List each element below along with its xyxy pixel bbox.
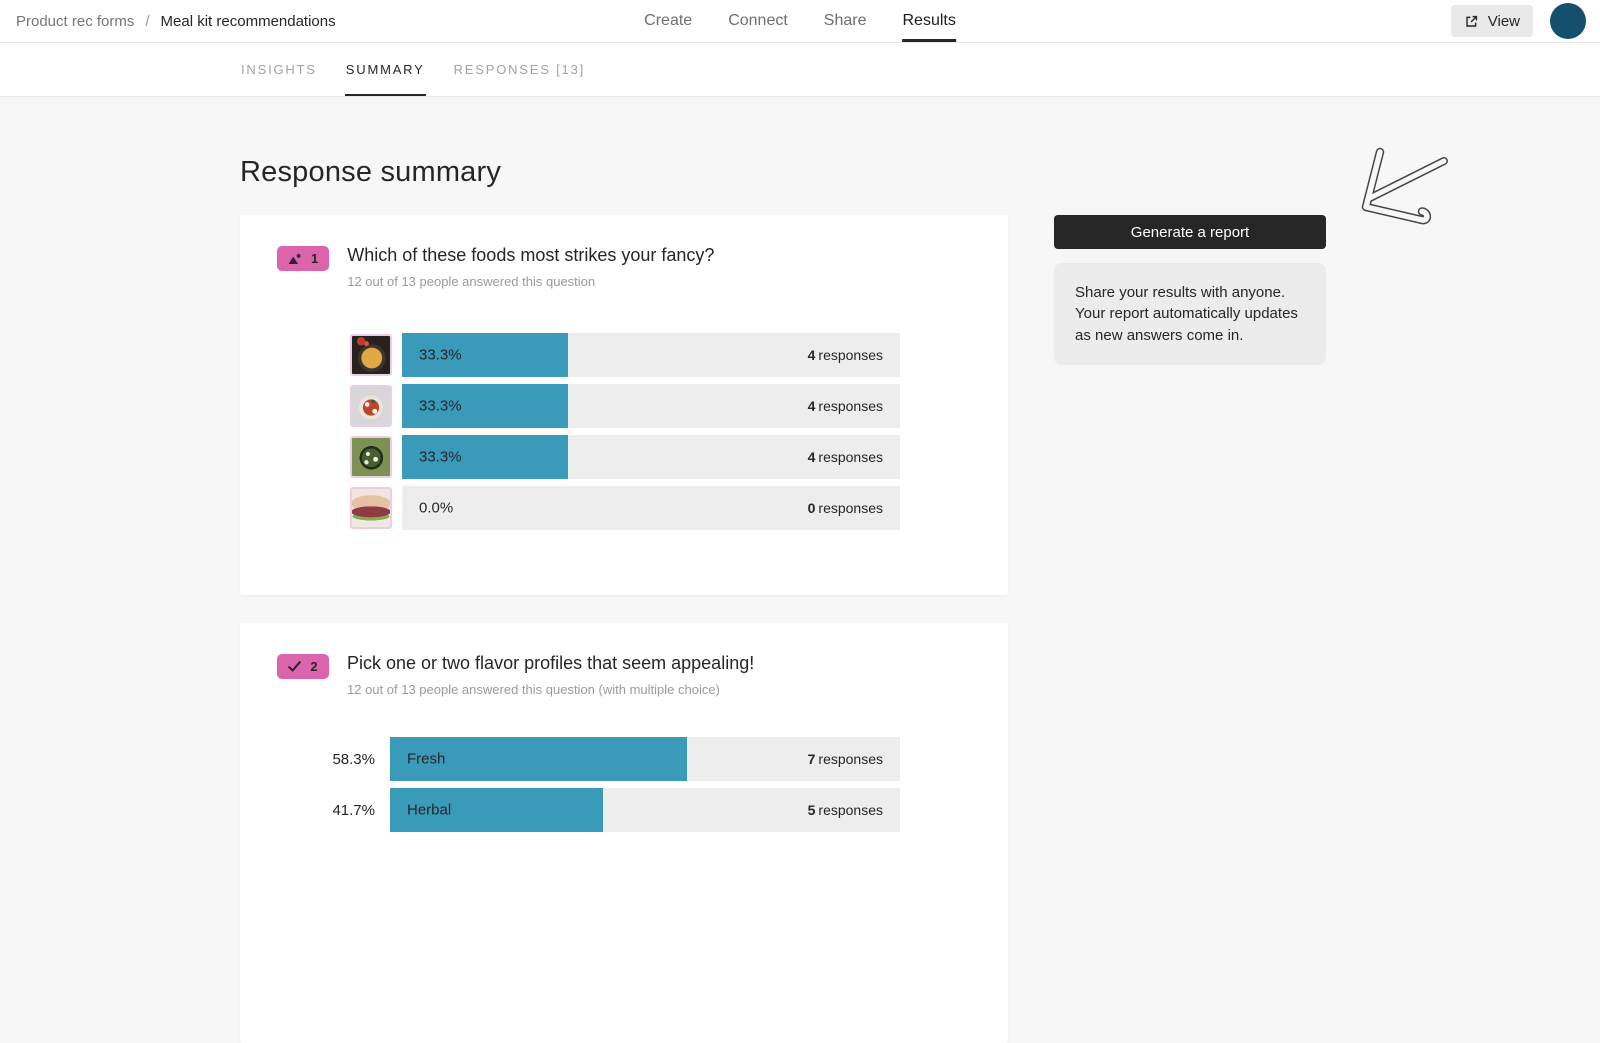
- question-badge: 2: [277, 654, 329, 679]
- bar-percent-label: 0.0%: [419, 499, 454, 517]
- bar-response-count: 5 responses: [808, 802, 883, 818]
- answer-thumbnail-fried-rice: [350, 334, 392, 377]
- bar-percent-label: 33.3%: [419, 448, 462, 466]
- bar-answer-label: Fresh: [407, 750, 446, 768]
- question-card-1: 1 Which of these foods most strikes your…: [240, 215, 1008, 595]
- report-side-rail: Generate a report Share your results wit…: [1054, 215, 1326, 365]
- bar-percent-label: 33.3%: [419, 397, 462, 415]
- question-title: Which of these foods most strikes your f…: [347, 245, 715, 265]
- answer-bar-row: 58.3% Fresh 7 responses: [277, 737, 900, 782]
- results-tabbar: INSIGHTS SUMMARY RESPONSES [13]: [0, 43, 1600, 97]
- count-number: 4: [807, 398, 816, 415]
- external-link-icon: [1464, 14, 1479, 29]
- nav-item-share[interactable]: Share: [824, 0, 867, 42]
- answer-thumbnail-veggie-burger: [350, 487, 392, 530]
- answer-bar-row: 41.7% Herbal 5 responses: [277, 788, 900, 833]
- question-badge: 1: [277, 246, 330, 271]
- bar-percent-label: 33.3%: [419, 346, 462, 364]
- count-unit: responses: [818, 500, 883, 517]
- count-unit: responses: [818, 398, 883, 415]
- report-info-box: Share your results with anyone. Your rep…: [1054, 263, 1326, 365]
- avatar[interactable]: [1550, 3, 1586, 39]
- count-number: 4: [807, 347, 816, 364]
- bar-response-count: 4 responses: [808, 398, 883, 414]
- bar-answer-label: Herbal: [407, 801, 452, 819]
- tab-summary[interactable]: SUMMARY: [344, 43, 426, 96]
- answer-bar-row: 0.0% 0 responses: [350, 486, 900, 531]
- view-button[interactable]: View: [1450, 5, 1533, 37]
- header-actions: View: [1450, 3, 1586, 39]
- count-unit: responses: [818, 751, 883, 768]
- count-unit: responses: [818, 347, 883, 364]
- question-subtitle: 12 out of 13 people answered this questi…: [347, 274, 596, 290]
- page-title: Response summary: [240, 156, 502, 188]
- bar-track: 33.3% 4 responses: [402, 435, 900, 480]
- answer-thumbnail-salad-bowl: [350, 436, 392, 479]
- bar-percent-label: 41.7%: [332, 801, 375, 819]
- tab-responses[interactable]: RESPONSES [13]: [453, 43, 586, 96]
- answer-thumbnail-pizza: [350, 385, 392, 428]
- bar-response-count: 7 responses: [808, 751, 883, 767]
- generate-report-button[interactable]: Generate a report: [1054, 215, 1326, 249]
- bar-response-count: 4 responses: [808, 347, 883, 363]
- nav-item-create[interactable]: Create: [644, 0, 692, 42]
- breadcrumb-form-name[interactable]: Meal kit recommendations: [161, 13, 336, 30]
- question-subtitle: 12 out of 13 people answered this questi…: [347, 682, 720, 698]
- bar-track: 0.0% 0 responses: [402, 486, 900, 531]
- bar-track: Fresh 7 responses: [390, 737, 900, 782]
- breadcrumb-workspace[interactable]: Product rec forms: [16, 13, 134, 30]
- question-number: 1: [311, 251, 319, 266]
- question-header: 1 Which of these foods most strikes your…: [277, 243, 971, 289]
- nav-item-connect[interactable]: Connect: [728, 0, 788, 42]
- bar-track: Herbal 5 responses: [390, 788, 900, 833]
- breadcrumb-separator: /: [145, 12, 150, 30]
- checkmark-icon: [288, 661, 302, 672]
- question-number: 2: [310, 659, 318, 674]
- answer-bar-row: 33.3% 4 responses: [350, 384, 900, 429]
- question-card-2: 2 Pick one or two flavor profiles that s…: [240, 623, 1008, 1043]
- answer-bars: 58.3% Fresh 7 responses 41.7% Herbal 5 res…: [277, 737, 900, 833]
- view-button-label: View: [1487, 12, 1520, 30]
- tab-insights[interactable]: INSIGHTS: [240, 43, 318, 96]
- answer-bar-row: 33.3% 4 responses: [350, 333, 900, 378]
- app-header: Product rec forms / Meal kit recommendat…: [0, 0, 1600, 43]
- answer-bars: 33.3% 4 responses 33.3% 4 responses 33.3…: [350, 333, 900, 531]
- nav-item-results[interactable]: Results: [902, 0, 956, 42]
- count-number: 0: [807, 500, 816, 517]
- bar-response-count: 4 responses: [808, 449, 883, 465]
- bar-track: 33.3% 4 responses: [402, 384, 900, 429]
- question-cards: 1 Which of these foods most strikes your…: [240, 215, 1008, 1043]
- count-number: 4: [807, 449, 816, 466]
- summary-content: Response summary 1 Which of these foods …: [0, 97, 1600, 1043]
- question-title-block: Which of these foods most strikes your f…: [347, 243, 714, 289]
- answer-bar-row: 33.3% 4 responses: [350, 435, 900, 480]
- question-header: 2 Pick one or two flavor profiles that s…: [277, 651, 971, 697]
- question-title-block: Pick one or two flavor profiles that see…: [347, 651, 754, 697]
- count-number: 5: [807, 802, 816, 819]
- count-unit: responses: [818, 449, 883, 466]
- bar-track: 33.3% 4 responses: [402, 333, 900, 378]
- question-title: Pick one or two flavor profiles that see…: [347, 653, 755, 673]
- bar-percent-label: 58.3%: [332, 750, 375, 768]
- main-nav: Create Connect Share Results: [644, 0, 956, 42]
- count-unit: responses: [818, 802, 883, 819]
- breadcrumb: Product rec forms / Meal kit recommendat…: [16, 13, 336, 30]
- count-number: 7: [807, 751, 816, 768]
- bar-response-count: 0 responses: [808, 500, 883, 516]
- picture-choice-icon: [288, 253, 302, 265]
